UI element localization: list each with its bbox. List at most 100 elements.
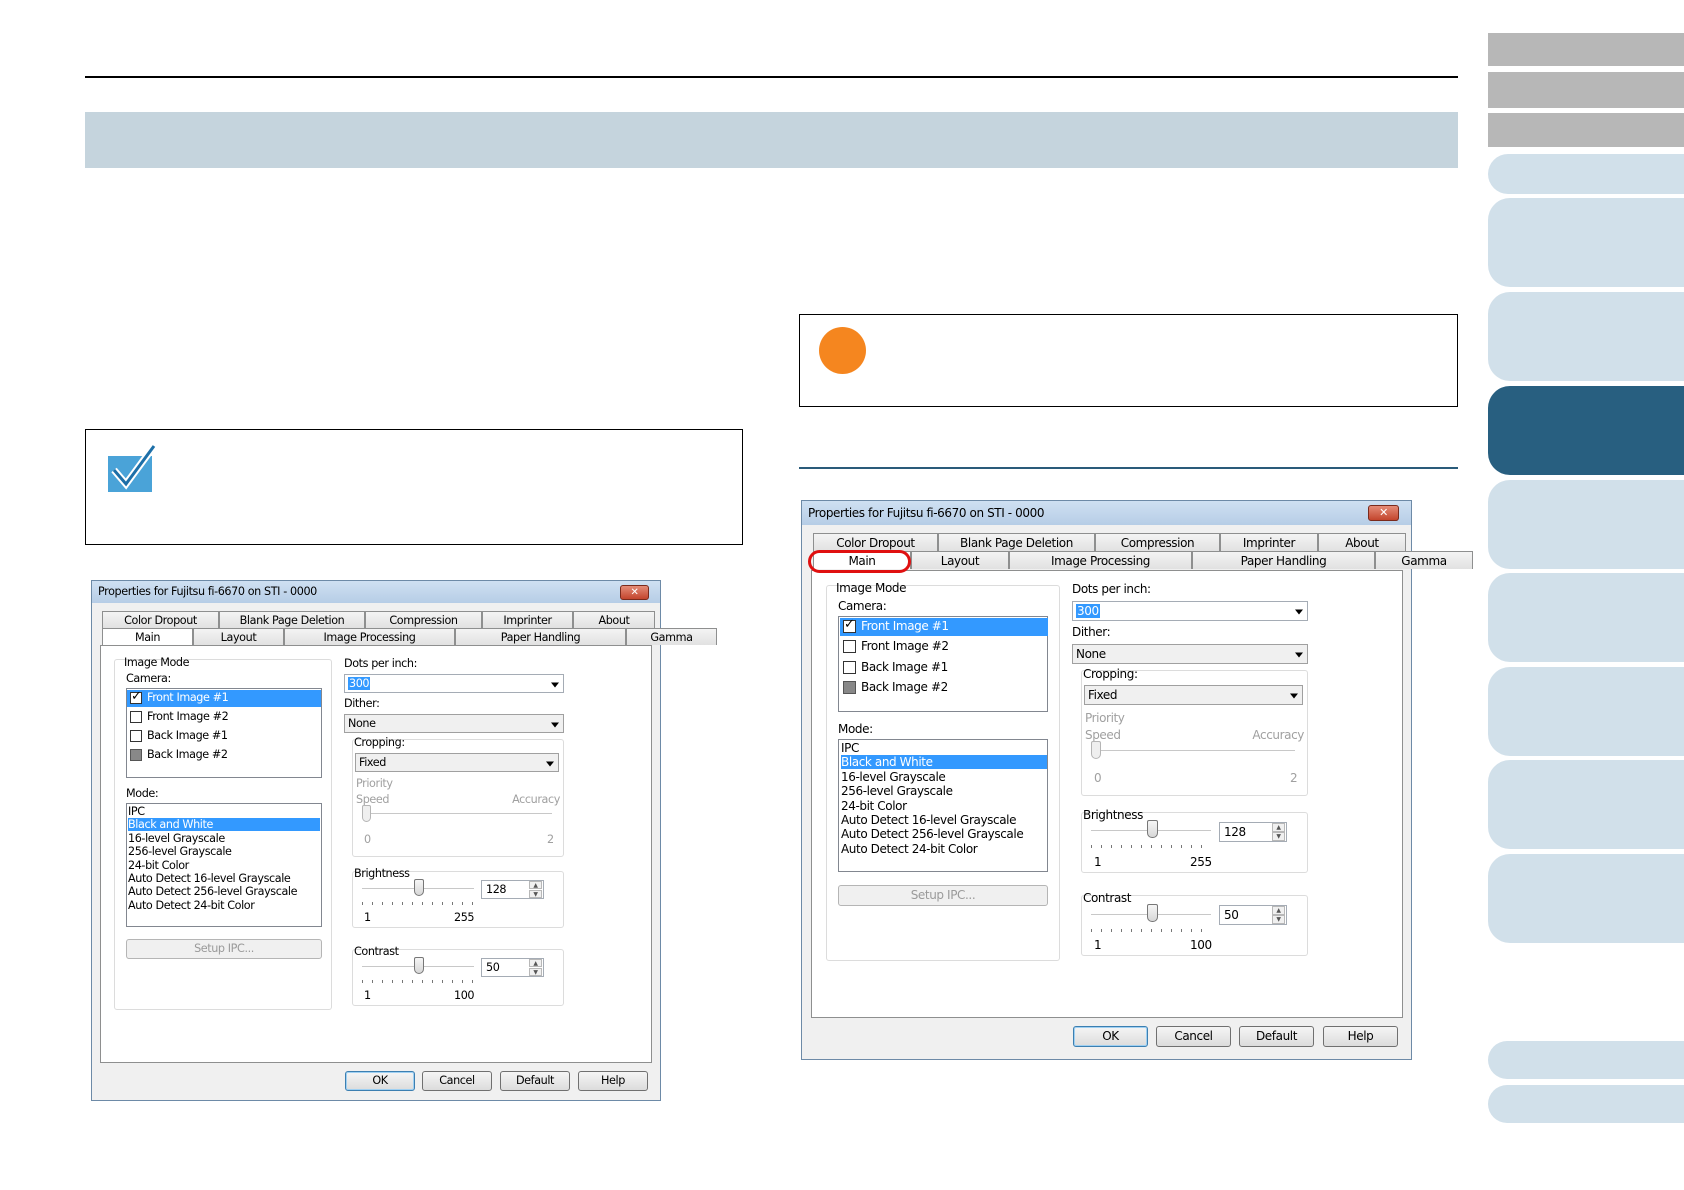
- camera-checkbox[interactable]: [130, 690, 142, 704]
- mode-item[interactable]: Black and White: [841, 755, 1047, 769]
- side-tab-bottom-2[interactable]: [1488, 1085, 1684, 1123]
- contrast-spinner[interactable]: 50 ▲ ▼: [481, 958, 544, 977]
- tab-about[interactable]: About: [1318, 533, 1406, 551]
- brightness-slider-thumb[interactable]: [414, 879, 424, 896]
- tab-about[interactable]: About: [573, 611, 655, 628]
- tab-color-dropout[interactable]: Color Dropout: [102, 611, 219, 628]
- spin-up-icon[interactable]: ▲: [1272, 823, 1285, 832]
- tab-image-processing[interactable]: Image Processing: [284, 628, 455, 645]
- mode-item[interactable]: 256-level Grayscale: [841, 784, 1047, 798]
- spin-up-icon[interactable]: ▲: [529, 959, 542, 967]
- dpi-combo[interactable]: 300: [344, 674, 564, 693]
- priority-slider-thumb[interactable]: [1091, 741, 1101, 759]
- dialog-title-bar[interactable]: Properties for Fujitsu fi-6670 on STI - …: [802, 501, 1411, 525]
- side-tab-active[interactable]: [1488, 386, 1684, 475]
- camera-checkbox[interactable]: [843, 661, 856, 674]
- side-tab-top-3[interactable]: [1488, 113, 1684, 147]
- contrast-spinner[interactable]: 50 ▲ ▼: [1219, 905, 1287, 925]
- cropping-combo[interactable]: Fixed: [1084, 685, 1303, 705]
- mode-item[interactable]: 24-bit Color: [841, 799, 1047, 813]
- mode-item[interactable]: 16-level Grayscale: [128, 832, 320, 845]
- setup-ipc-button[interactable]: Setup IPC...: [126, 939, 322, 959]
- camera-item[interactable]: Front Image #1: [147, 691, 229, 704]
- camera-checkbox[interactable]: [130, 730, 142, 742]
- tab-paper-handling[interactable]: Paper Handling: [455, 628, 626, 645]
- mode-item[interactable]: Auto Detect 256-level Grayscale: [841, 827, 1047, 841]
- camera-item[interactable]: Front Image #1: [861, 619, 949, 633]
- ok-button[interactable]: OK: [1073, 1026, 1148, 1047]
- side-tab-bottom-1[interactable]: [1488, 1041, 1684, 1079]
- cropping-combo[interactable]: Fixed: [355, 753, 559, 772]
- mode-item[interactable]: Auto Detect 16-level Grayscale: [128, 872, 320, 885]
- mode-item[interactable]: 256-level Grayscale: [128, 845, 320, 858]
- tab-image-processing[interactable]: Image Processing: [1009, 551, 1192, 569]
- mode-item[interactable]: Auto Detect 16-level Grayscale: [841, 813, 1047, 827]
- mode-item[interactable]: 24-bit Color: [128, 859, 320, 872]
- camera-item[interactable]: Back Image #1: [861, 660, 948, 674]
- side-tab-top-2[interactable]: [1488, 72, 1684, 108]
- side-tab-1[interactable]: [1488, 154, 1684, 194]
- tab-color-dropout[interactable]: Color Dropout: [813, 533, 938, 551]
- priority-slider-thumb[interactable]: [362, 805, 371, 822]
- tab-gamma[interactable]: Gamma: [626, 628, 717, 645]
- tab-imprinter[interactable]: Imprinter: [1220, 533, 1318, 551]
- contrast-slider-thumb[interactable]: [414, 957, 424, 974]
- tab-gamma[interactable]: Gamma: [1375, 551, 1473, 569]
- close-icon[interactable]: ✕: [1368, 505, 1399, 521]
- side-tab-top-1[interactable]: [1488, 33, 1684, 66]
- default-button[interactable]: Default: [1239, 1026, 1314, 1047]
- spin-down-icon[interactable]: ▼: [1272, 832, 1285, 841]
- side-tab-2[interactable]: [1488, 198, 1684, 287]
- mode-item[interactable]: Auto Detect 24-bit Color: [128, 899, 320, 912]
- contrast-slider-thumb[interactable]: [1147, 904, 1158, 922]
- tab-layout[interactable]: Layout: [911, 551, 1009, 569]
- camera-item[interactable]: Front Image #2: [861, 639, 949, 653]
- tab-paper-handling[interactable]: Paper Handling: [1192, 551, 1375, 569]
- camera-item[interactable]: Back Image #2: [147, 748, 228, 761]
- camera-item[interactable]: Back Image #1: [147, 729, 228, 742]
- spin-down-icon[interactable]: ▼: [1272, 915, 1285, 924]
- tab-compression[interactable]: Compression: [365, 611, 482, 628]
- dpi-combo[interactable]: 300: [1072, 601, 1308, 621]
- tab-blank-page-deletion[interactable]: Blank Page Deletion: [938, 533, 1095, 551]
- dither-combo[interactable]: None: [1072, 644, 1308, 664]
- cancel-button[interactable]: Cancel: [422, 1071, 492, 1091]
- tab-main[interactable]: Main: [102, 628, 193, 645]
- side-tab-9[interactable]: [1488, 854, 1684, 943]
- mode-item[interactable]: Auto Detect 24-bit Color: [841, 842, 1047, 856]
- camera-checkbox[interactable]: [843, 618, 856, 633]
- spin-up-icon[interactable]: ▲: [529, 881, 542, 889]
- mode-item[interactable]: Auto Detect 256-level Grayscale: [128, 885, 320, 898]
- camera-checkbox[interactable]: [130, 749, 142, 761]
- side-tab-5[interactable]: [1488, 480, 1684, 569]
- camera-item[interactable]: Front Image #2: [147, 710, 229, 723]
- spin-down-icon[interactable]: ▼: [529, 968, 542, 976]
- camera-checkbox[interactable]: [130, 711, 142, 723]
- mode-item[interactable]: Black and White: [128, 818, 320, 831]
- side-tab-7[interactable]: [1488, 667, 1684, 756]
- dither-combo[interactable]: None: [344, 714, 564, 733]
- help-button[interactable]: Help: [1323, 1026, 1398, 1047]
- mode-item[interactable]: IPC: [128, 805, 320, 818]
- tab-blank-page-deletion[interactable]: Blank Page Deletion: [219, 611, 365, 628]
- side-tab-8[interactable]: [1488, 760, 1684, 849]
- default-button[interactable]: Default: [500, 1071, 570, 1091]
- ok-button[interactable]: OK: [345, 1071, 415, 1091]
- mode-item[interactable]: 16-level Grayscale: [841, 770, 1047, 784]
- brightness-slider-thumb[interactable]: [1147, 820, 1158, 838]
- camera-checkbox[interactable]: [843, 681, 856, 694]
- spin-up-icon[interactable]: ▲: [1272, 906, 1285, 915]
- brightness-spinner[interactable]: 128 ▲ ▼: [1219, 822, 1287, 842]
- help-button[interactable]: Help: [578, 1071, 648, 1091]
- camera-item[interactable]: Back Image #2: [861, 680, 948, 694]
- tab-layout[interactable]: Layout: [193, 628, 284, 645]
- camera-checkbox[interactable]: [843, 640, 856, 653]
- side-tab-6[interactable]: [1488, 573, 1684, 662]
- brightness-spinner[interactable]: 128 ▲ ▼: [481, 880, 544, 899]
- side-tab-3[interactable]: [1488, 292, 1684, 381]
- close-icon[interactable]: ✕: [620, 585, 649, 600]
- cancel-button[interactable]: Cancel: [1156, 1026, 1231, 1047]
- dialog-title-bar[interactable]: Properties for Fujitsu fi-6670 on STI - …: [92, 581, 660, 603]
- setup-ipc-button[interactable]: Setup IPC...: [838, 885, 1048, 906]
- tab-compression[interactable]: Compression: [1095, 533, 1220, 551]
